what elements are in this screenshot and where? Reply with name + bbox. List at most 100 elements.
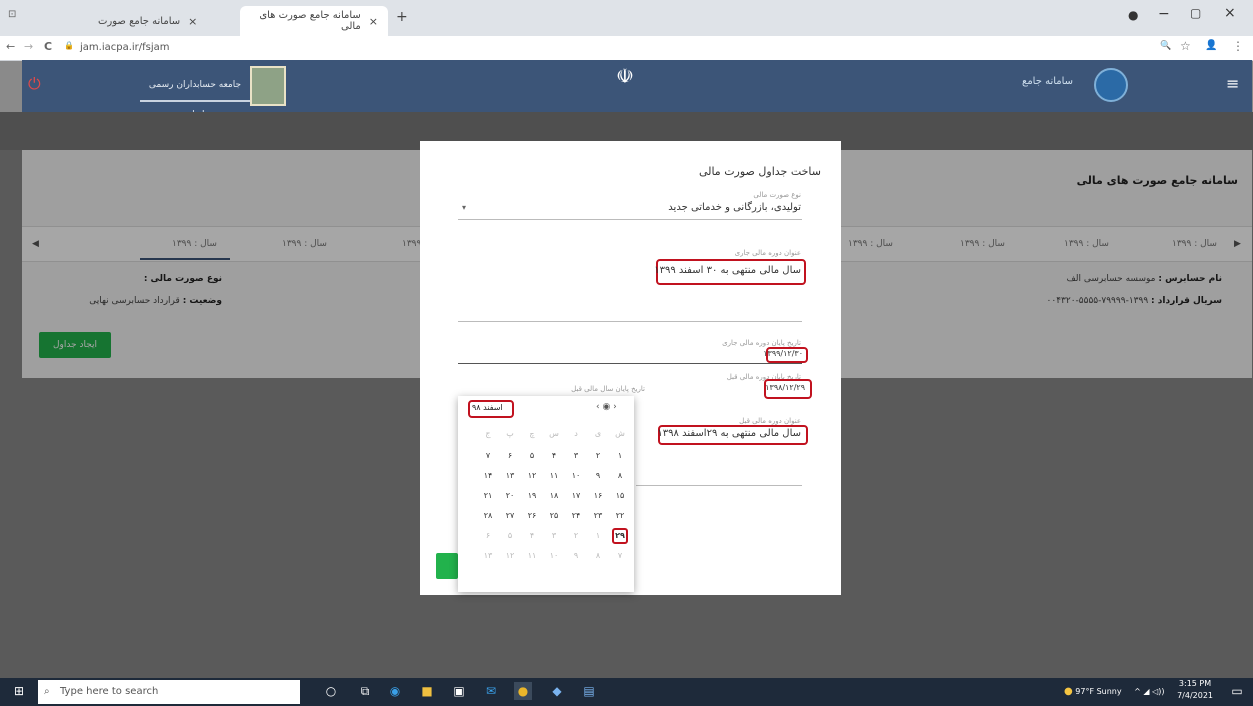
calendar-day[interactable]: ۲۴ xyxy=(568,508,584,524)
field5-value[interactable]: ۱۳۹۸/۱۲/۲۹ xyxy=(765,383,805,392)
month-label[interactable]: اسفند ۹۸ xyxy=(472,403,503,412)
calendar-day[interactable]: ۵ xyxy=(502,528,518,544)
forward-icon[interactable]: → xyxy=(24,40,33,53)
calendar-day[interactable]: ۸ xyxy=(612,468,628,484)
modal-submit-button[interactable] xyxy=(436,553,458,579)
calendar-day[interactable]: ۱۰ xyxy=(568,468,584,484)
search-icon: ⌕ xyxy=(44,686,50,697)
calendar-day[interactable]: ۷ xyxy=(480,448,496,464)
zoom-icon[interactable]: 🔍 xyxy=(1160,41,1171,51)
emblem-logo xyxy=(250,66,286,106)
weather-text[interactable]: 97°F Sunny xyxy=(1075,687,1121,696)
calendar-grid: ش ی د س چ پ ج ۱ ۲ ۳ ۴ ۵ ۶ ۷ ۸ ۹ ۱۰ ۱۱ ۱۲ ۱۳ ۱۴ ۱۵ ۱۶ ۱۷ ۱۸ ۱۹ ۲۰ ۲۱… xyxy=(468,426,628,586)
tab-close-icon[interactable]: × xyxy=(369,15,378,28)
maximize-button[interactable]: ▢ xyxy=(1190,6,1201,20)
calendar-day[interactable]: ۲ xyxy=(568,528,584,544)
logout-icon[interactable]: ⏻ xyxy=(28,74,41,94)
calendar-day[interactable]: ۱۹ xyxy=(524,488,540,504)
calendar-day[interactable]: ۹ xyxy=(568,548,584,564)
calendar-day[interactable]: ۱۲ xyxy=(502,548,518,564)
calendar-day[interactable]: ۱۷ xyxy=(568,488,584,504)
calendar-day[interactable]: ۷ xyxy=(612,548,628,564)
calendar-day[interactable]: ۲ xyxy=(590,448,606,464)
taskview-icon[interactable]: ⧉ xyxy=(356,682,374,700)
calendar-day[interactable]: ۶ xyxy=(502,448,518,464)
weekday-header: چ xyxy=(529,429,535,438)
calendar-day[interactable]: ۳ xyxy=(568,448,584,464)
cortana-icon[interactable]: ○ xyxy=(322,682,340,700)
back-icon[interactable]: ← xyxy=(6,40,15,53)
hamburger-menu-icon[interactable]: ≡ xyxy=(1226,74,1239,93)
store-icon[interactable]: ▣ xyxy=(450,682,468,700)
edge-icon[interactable]: ◉ xyxy=(386,682,404,700)
profile-icon[interactable]: 👤 xyxy=(1205,40,1217,51)
calendar-day[interactable]: ۴ xyxy=(524,528,540,544)
calendar-day[interactable]: ۲۲ xyxy=(612,508,628,524)
explorer-icon[interactable]: ■ xyxy=(418,682,436,700)
tray-icons[interactable]: ^ ◢ ◁)) xyxy=(1134,687,1164,696)
browser-tab-1[interactable]: × سامانه جامع صورت xyxy=(88,6,240,36)
browser-menu-icon[interactable]: ⋮ xyxy=(1232,39,1244,53)
reload-icon[interactable]: C xyxy=(44,40,52,53)
weekday-header: د xyxy=(574,429,578,438)
url-field[interactable]: jam.iacpa.ir/fsjam xyxy=(80,39,1180,57)
calendar-day[interactable]: ۹ xyxy=(590,468,606,484)
calendar-day[interactable]: ۲۶ xyxy=(524,508,540,524)
field4-label: تاریخ پایان دوره مالی جاری xyxy=(722,339,801,347)
bookmark-star-icon[interactable]: ☆ xyxy=(1180,39,1191,53)
search-placeholder: Type here to search xyxy=(60,686,159,697)
field6-label: عنوان دوره مالی قبل xyxy=(739,417,801,425)
field4-value[interactable]: ۱۳۹۹/۱۲/۳۰ xyxy=(763,349,803,358)
notifications-icon[interactable]: ▭ xyxy=(1228,682,1246,700)
clock[interactable]: 3:15 PM 7/4/2021 xyxy=(1177,678,1213,702)
calendar-day[interactable]: ۱ xyxy=(590,528,606,544)
taskbar-search-input[interactable]: ⌕ Type here to search xyxy=(38,680,300,704)
lock-icon: 🔒 xyxy=(64,41,74,50)
calendar-day[interactable]: ۱۱ xyxy=(524,548,540,564)
calendar-nav-icon[interactable]: ‹ ◉ › xyxy=(596,402,617,412)
calendar-day[interactable]: ۱۶ xyxy=(590,488,606,504)
field6-underline xyxy=(636,485,802,486)
tab-search-icon[interactable]: ⊡ xyxy=(8,9,22,23)
calendar-day[interactable]: ۱۸ xyxy=(546,488,562,504)
dropdown-caret-icon[interactable]: ▾ xyxy=(462,203,466,212)
app-icon[interactable]: ◆ xyxy=(548,682,566,700)
field6-value[interactable]: سال مالی منتهی به ۲۹اسفند ۱۳۹۸ xyxy=(657,428,801,439)
calendar-day[interactable]: ۱۳ xyxy=(480,548,496,564)
calendar-day[interactable]: ۱۲ xyxy=(524,468,540,484)
calendar-day[interactable]: ۲۸ xyxy=(480,508,496,524)
calendar-day[interactable]: ۲۳ xyxy=(590,508,606,524)
calendar-day[interactable]: ۲۱ xyxy=(480,488,496,504)
new-tab-button[interactable]: + xyxy=(396,9,408,25)
field5b-label: تاریخ پایان سال مالی قبل xyxy=(571,385,645,393)
minimize-button[interactable]: − xyxy=(1158,6,1170,22)
calendar-day[interactable]: ۸ xyxy=(590,548,606,564)
clock-time: 3:15 PM xyxy=(1178,679,1212,688)
chrome-icon[interactable]: ● xyxy=(514,682,532,700)
calendar-day[interactable]: ۵ xyxy=(524,448,540,464)
calendar-day[interactable]: ۲۵ xyxy=(546,508,562,524)
calendar-day[interactable]: ۱۳ xyxy=(502,468,518,484)
clock-date: 7/4/2021 xyxy=(1177,691,1213,700)
calendar-day[interactable]: ۱ xyxy=(612,448,628,464)
record-icon[interactable]: ● xyxy=(1128,8,1138,22)
field1-value[interactable]: تولیدی، بازرگانی و خدماتی جدید xyxy=(668,202,801,213)
calendar-day[interactable]: ۱۱ xyxy=(546,468,562,484)
windows-start-icon[interactable]: ⊞ xyxy=(10,682,28,700)
tab-close-icon[interactable]: × xyxy=(188,15,197,28)
calendar-day[interactable]: ۲۰ xyxy=(502,488,518,504)
calendar-day[interactable]: ۲۷ xyxy=(502,508,518,524)
field2-value[interactable]: سال مالی منتهی به ۳۰ اسفند ۱۳۹۹ xyxy=(654,265,801,276)
calendar-day[interactable]: ۳ xyxy=(546,528,562,544)
calendar-day[interactable]: ۶ xyxy=(480,528,496,544)
calendar-day[interactable]: ۱۴ xyxy=(480,468,496,484)
app2-icon[interactable]: ▤ xyxy=(580,682,598,700)
close-window-button[interactable]: × xyxy=(1224,5,1236,21)
weekday-header: س xyxy=(549,429,559,438)
calendar-day[interactable]: ۴ xyxy=(546,448,562,464)
calendar-day-selected[interactable]: ۲۹ xyxy=(612,528,628,544)
browser-tab-2[interactable]: × سامانه جامع صورت های مالی xyxy=(240,6,388,36)
calendar-day[interactable]: ۱۵ xyxy=(612,488,628,504)
mail-icon[interactable]: ✉ xyxy=(482,682,500,700)
calendar-day[interactable]: ۱۰ xyxy=(546,548,562,564)
